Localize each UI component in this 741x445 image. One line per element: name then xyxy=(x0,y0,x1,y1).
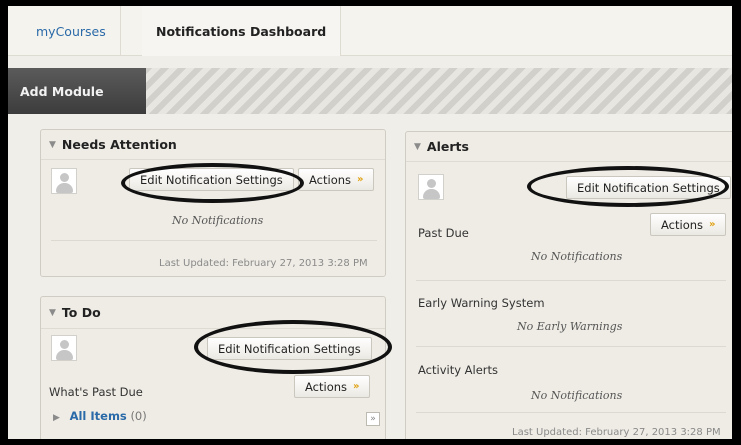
early-warning-label: Early Warning System xyxy=(418,296,545,310)
annotation-oval xyxy=(121,163,304,203)
past-due-empty-text: No Notifications xyxy=(531,250,623,263)
app-frame: myCourses Notifications Dashboard Add Mo… xyxy=(8,6,732,439)
breadcrumb-current-page: Notifications Dashboard xyxy=(142,6,342,56)
triangle-down-icon[interactable]: ▼ xyxy=(49,308,56,318)
no-notifications-text: No Notifications xyxy=(172,214,264,227)
chevron-down-icon: » xyxy=(709,219,716,230)
early-warning-empty-text: No Early Warnings xyxy=(517,320,623,333)
actions-label: Actions xyxy=(661,217,704,232)
divider xyxy=(51,240,377,241)
triangle-right-icon[interactable]: ▶ xyxy=(53,413,60,423)
chevron-down-icon: » xyxy=(357,174,364,185)
needs-attention-title: Needs Attention xyxy=(61,137,177,152)
divider xyxy=(416,280,726,281)
module-toolbar: Add Module xyxy=(8,68,732,114)
last-updated-text: Last Updated: February 27, 2013 3:28 PM xyxy=(159,258,368,269)
alerts-header[interactable]: ▼ Alerts xyxy=(406,132,732,162)
triangle-down-icon[interactable]: ▼ xyxy=(49,140,56,150)
activity-empty-text: No Notifications xyxy=(531,389,623,402)
alerts-title: Alerts xyxy=(426,139,469,154)
divider xyxy=(416,346,726,347)
divider xyxy=(416,412,726,413)
all-items-count: (0) xyxy=(130,409,147,423)
user-avatar-icon xyxy=(51,335,77,361)
expand-icon[interactable]: » xyxy=(366,412,380,426)
past-due-label: Past Due xyxy=(418,226,469,240)
activity-alerts-label: Activity Alerts xyxy=(418,363,499,377)
breadcrumb-mycourses[interactable]: myCourses xyxy=(22,6,121,56)
all-items-link[interactable]: All Items xyxy=(70,409,127,423)
annotation-oval xyxy=(527,166,729,207)
annotation-oval xyxy=(194,320,392,374)
actions-label: Actions xyxy=(305,379,348,394)
user-avatar-icon xyxy=(51,168,77,194)
needs-attention-header[interactable]: ▼ Needs Attention xyxy=(41,130,385,160)
breadcrumb-bar: myCourses Notifications Dashboard xyxy=(8,6,732,56)
whats-past-due-label: What's Past Due xyxy=(49,385,143,399)
actions-button[interactable]: Actions » xyxy=(298,168,375,191)
all-items-row[interactable]: ▶ All Items (0) xyxy=(53,409,147,423)
triangle-down-icon[interactable]: ▼ xyxy=(414,142,421,152)
add-module-button[interactable]: Add Module xyxy=(8,68,146,114)
last-updated-text: Last Updated: February 27, 2013 3:28 PM xyxy=(512,427,721,438)
actions-button[interactable]: Actions » xyxy=(650,213,727,236)
actions-label: Actions xyxy=(309,172,352,187)
user-avatar-icon xyxy=(418,174,444,200)
todo-title: To Do xyxy=(61,305,101,320)
chevron-down-icon: » xyxy=(353,381,360,392)
needs-attention-module: ▼ Needs Attention Edit Notification Sett… xyxy=(40,129,386,277)
actions-button[interactable]: Actions » xyxy=(294,375,371,398)
